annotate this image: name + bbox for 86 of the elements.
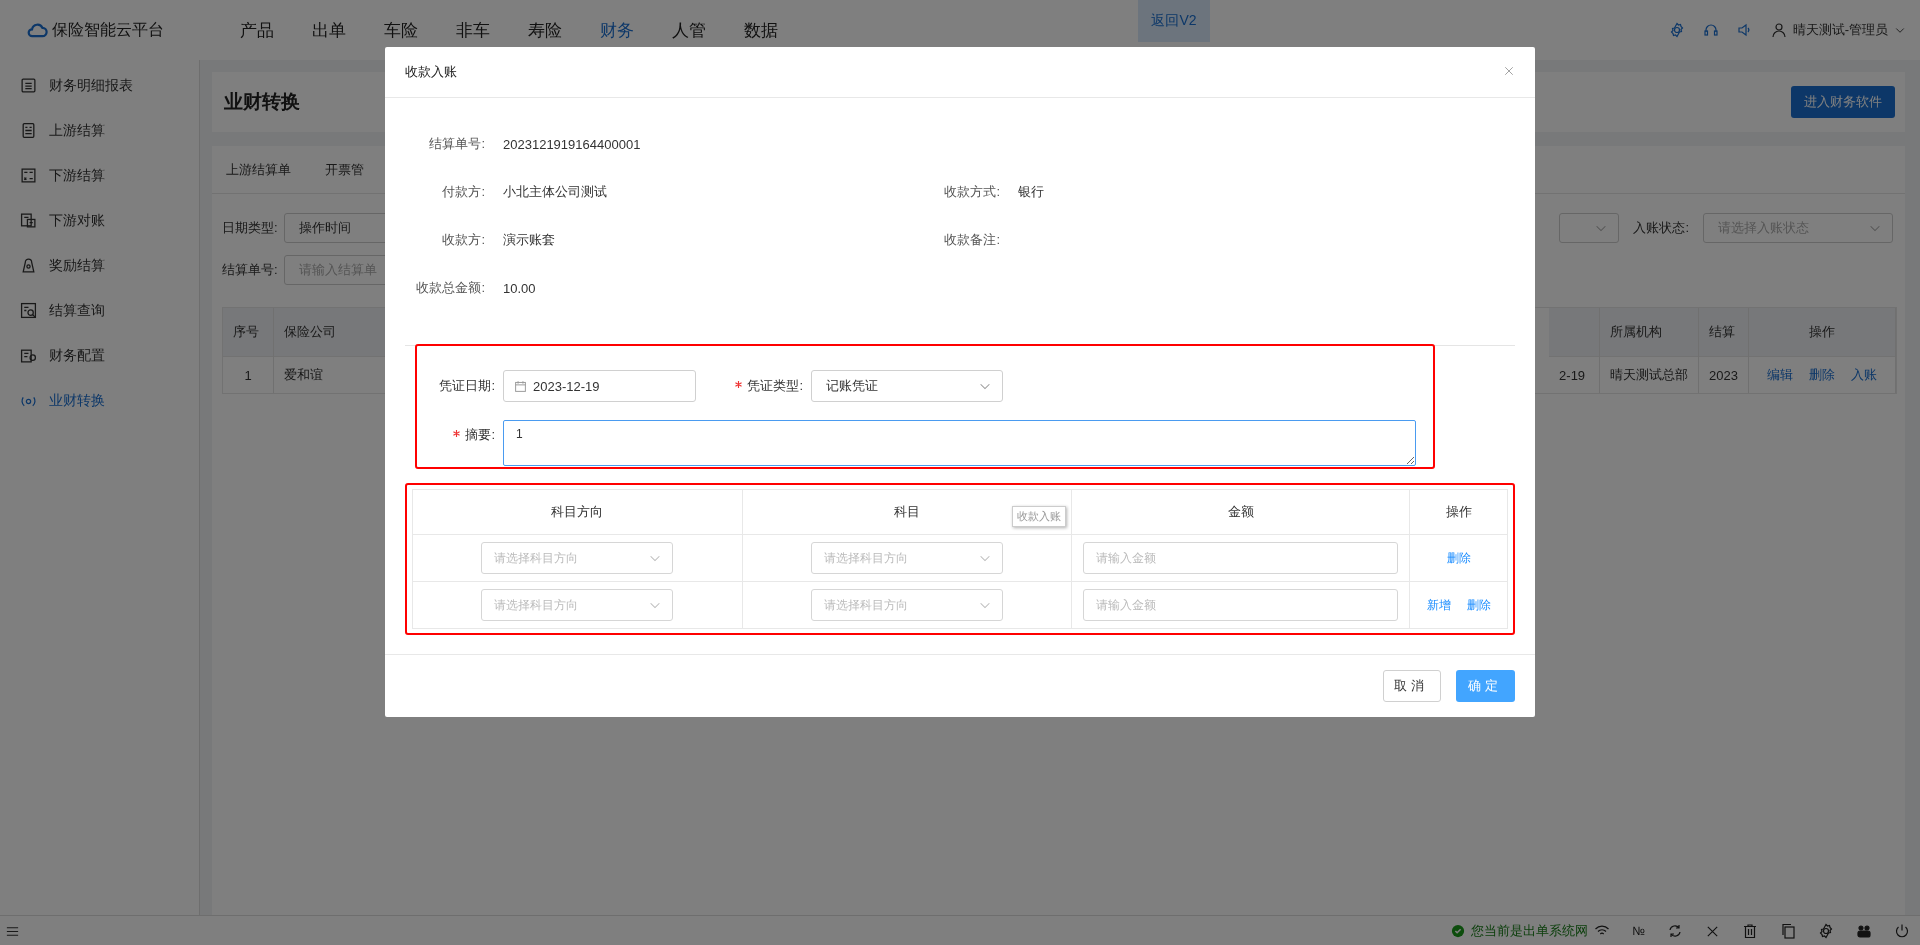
field-label: 收款备注: [943,231,1000,249]
field-label: 凭证日期: [438,377,496,395]
status-message: 您当前是出单系统网 [1471,922,1589,940]
table-cell: 2-19 [1549,356,1600,393]
amount-field[interactable]: 请输入金额 [1083,542,1399,574]
column-header: 操作 [1409,489,1508,535]
nav-tab[interactable]: 财务 [600,18,672,42]
settings-icon [1668,22,1685,38]
app-logo-text: 保险智能云平台 [52,19,164,40]
group-icon [1856,923,1872,939]
field-label: 付款方: [441,183,485,201]
row-action-link[interactable]: 入账 [1851,367,1877,382]
column-header: 结算 [1698,308,1749,357]
page-title: 业财转换 [224,90,300,114]
nav-tab[interactable]: 数据 [744,18,816,42]
column-header: 操作 [1748,308,1896,357]
filter-select[interactable] [1559,213,1620,243]
confirm-button[interactable]: 确定 [1456,670,1515,702]
amount-field[interactable]: 请输入金额 [1083,589,1399,621]
nav-tab[interactable]: 产品 [240,18,312,42]
nav-tab[interactable]: 寿险 [528,18,600,42]
sidebar-item[interactable]: 财务明细报表 [0,63,199,108]
document-icon [20,122,37,139]
nav-tab[interactable]: 人管 [672,18,744,42]
field-value: 2023121919164400001 [503,136,641,152]
date-picker[interactable]: 2023-12-19 [503,370,696,402]
column-header: 金额 [1071,489,1410,535]
refresh-icon [1667,923,1683,939]
sidebar-item[interactable]: 财务配置 [0,333,199,378]
row-action-link[interactable]: 删除 [1446,550,1471,565]
field-label: 凭证类型: [696,377,811,395]
calculator-icon [20,167,37,184]
dialog-title: 收款入账 [405,63,457,81]
sidebar-item[interactable]: 奖励结算 [0,243,199,288]
sidebar-item[interactable]: 上游结算 [0,108,199,153]
check-circle-icon [1451,924,1466,938]
row-action-link[interactable]: 编辑 [1767,367,1793,382]
search-document-icon [20,302,37,319]
filter-label: 结算单号: [222,261,278,279]
sidebar-item[interactable]: 下游结算 [0,153,199,198]
filter-label: 入账状态: [1633,219,1689,237]
field-value: 10.00 [503,280,536,296]
voucher-type-select[interactable]: 记账凭证 [811,370,1003,402]
table-cell: 晴天测试总部 [1599,356,1699,393]
summary-field[interactable]: 1 [503,420,1416,466]
column-header: 序号 [223,308,274,357]
table-cell: 1 [223,356,274,393]
row-action-link[interactable]: 删除 [1466,597,1491,612]
user-icon [1770,22,1787,38]
sidebar-item[interactable]: 业财转换 [0,378,199,423]
back-button[interactable]: 返回V2 [1138,0,1210,42]
tab[interactable]: 开票管 [325,160,364,179]
settings-document-icon [20,347,37,364]
list-icon [20,77,37,94]
user-name[interactable]: 晴天测试-管理员 [1792,21,1888,39]
field-value: 银行 [1018,183,1044,201]
sidebar-item[interactable]: 下游对账 [0,198,199,243]
tab[interactable]: 上游结算单 [226,160,291,179]
power-icon [1894,923,1910,939]
field-label: 结算单号: [428,135,485,153]
field-value: 小北主体公司测试 [503,183,607,201]
settings-icon [1818,923,1834,939]
trash-icon [1742,923,1758,939]
tooltip: 收款入账 [1012,506,1066,527]
row-action-link[interactable]: 删除 [1809,367,1835,382]
column-header: 所属机构 [1599,308,1699,357]
nav-tab[interactable]: 出单 [312,18,384,42]
copy-icon [1780,923,1796,939]
table-cell: 2023 [1698,356,1749,393]
nav-tab[interactable]: 非车 [456,18,528,42]
calendar-icon [514,379,527,393]
sidebar-item[interactable]: 结算查询 [0,288,199,333]
filter-label: 日期类型: [222,219,278,237]
bag-icon [20,257,37,274]
close-icon [1503,65,1515,77]
field-label: 摘要: [417,420,503,444]
nav-tab[interactable]: 车险 [384,18,456,42]
headset-icon [1702,22,1719,38]
column-header: 科目方向 [412,489,743,535]
field-label: 收款方式: [943,183,1000,201]
ledger-icon [20,212,37,229]
cancel-button[interactable]: 取消 [1383,670,1441,702]
row-action-link[interactable]: 新增 [1426,597,1451,612]
finance-software-button[interactable]: 进入财务软件 [1791,86,1895,118]
field-value: 演示账套 [503,231,555,249]
number-sign-button[interactable]: № [1632,924,1645,938]
